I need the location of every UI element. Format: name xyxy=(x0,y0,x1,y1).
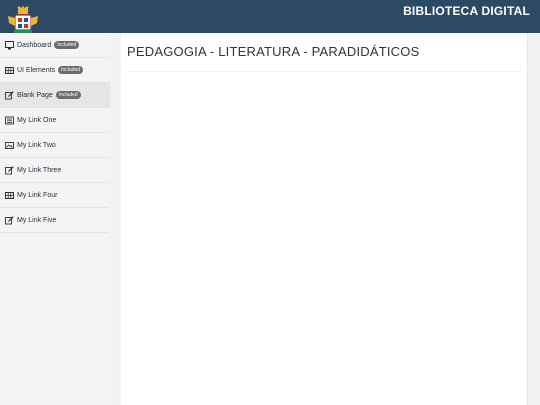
sidebar-item-label: Dashboard xyxy=(17,41,52,49)
main-content: PEDAGOGIA - LITERATURA - PARADIDÁTICOS xyxy=(121,33,527,405)
edit-icon xyxy=(5,215,14,225)
title-divider xyxy=(127,71,521,72)
scrollbar[interactable] xyxy=(527,33,540,405)
sidebar-item-label: My Link One xyxy=(17,116,57,124)
sidebar-item-blank-page[interactable]: Blank Page Included xyxy=(0,83,110,108)
app-title[interactable]: BIBLIOTECA DIGITAL xyxy=(403,4,530,18)
desktop-icon xyxy=(5,40,14,50)
page-title: PEDAGOGIA - LITERATURA - PARADIDÁTICOS xyxy=(127,44,420,59)
top-navbar: BIBLIOTECA DIGITAL xyxy=(0,0,540,33)
sidebar: Dashboard Included UI Elements Included … xyxy=(0,33,110,405)
included-badge: Included xyxy=(54,41,80,49)
sidebar-item-my-link-two[interactable]: My Link Two xyxy=(0,133,110,158)
sidebar-item-my-link-four[interactable]: My Link Four xyxy=(0,183,110,208)
sidebar-item-label: Blank Page xyxy=(17,91,53,99)
list-icon xyxy=(5,116,14,125)
sidebar-item-my-link-three[interactable]: My Link Three xyxy=(0,158,110,183)
sidebar-item-label: My Link Two xyxy=(17,141,56,149)
picture-icon xyxy=(5,141,14,150)
sidebar-item-dashboard[interactable]: Dashboard Included xyxy=(0,33,110,58)
included-badge: Included xyxy=(55,91,81,99)
sidebar-item-my-link-one[interactable]: My Link One xyxy=(0,108,110,133)
sidebar-item-label: UI Elements xyxy=(17,66,56,74)
sidebar-item-label: My Link Five xyxy=(17,216,57,224)
coat-of-arms-icon[interactable] xyxy=(6,6,40,36)
sidebar-item-label: My Link Four xyxy=(17,191,58,199)
edit-icon xyxy=(5,90,14,100)
edit-icon xyxy=(5,165,14,175)
sidebar-item-ui-elements[interactable]: UI Elements Included xyxy=(0,58,110,83)
table-icon xyxy=(5,66,14,75)
sidebar-item-my-link-five[interactable]: My Link Five xyxy=(0,208,110,233)
table-icon xyxy=(5,191,14,200)
included-badge: Included xyxy=(58,66,84,74)
sidebar-item-label: My Link Three xyxy=(17,166,62,174)
